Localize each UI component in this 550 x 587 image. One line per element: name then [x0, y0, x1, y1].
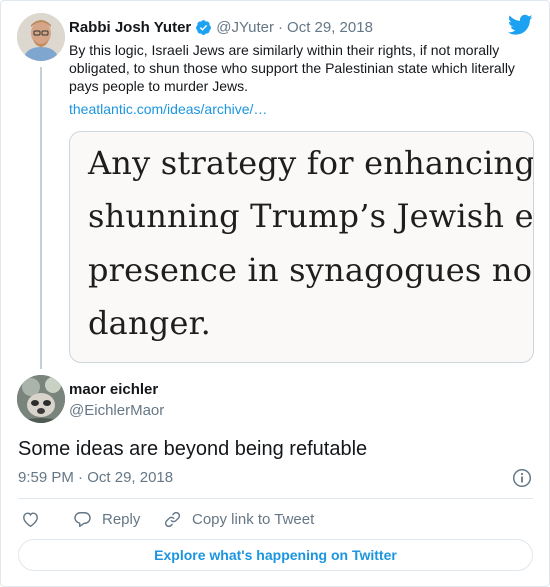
media-text-line: shunning Trump’s Jewish ena: [88, 197, 534, 235]
quoted-tweet-link[interactable]: theatlantic.com/ideas/archive/…: [69, 100, 267, 118]
quoted-tweet-media-card[interactable]: Any strategy for enhancing th shunning T…: [69, 131, 534, 363]
copy-link-button[interactable]: Copy link to Tweet: [163, 509, 314, 529]
tweet-author-handle[interactable]: @EichlerMaor: [69, 402, 164, 419]
avatar-maor-eichler[interactable]: [17, 375, 65, 423]
quoted-author-name[interactable]: Rabbi Josh Yuter: [69, 19, 191, 36]
link-icon: [164, 511, 181, 527]
avatar-rabbi-josh-yuter[interactable]: [17, 13, 65, 61]
info-icon[interactable]: [512, 468, 532, 488]
meta-separator: ·: [78, 469, 84, 486]
tweet-time: 9:59 PM: [18, 469, 74, 486]
reply-label: Reply: [102, 510, 141, 528]
verified-badge-icon: [196, 19, 212, 35]
tweet-date: Oct 29, 2018: [87, 469, 174, 486]
twitter-bird-icon[interactable]: [508, 14, 533, 36]
media-text-line: presence in synagogues not w: [88, 251, 534, 289]
tweet-embed-card: Rabbi Josh Yuter @JYuter · Oct 29, 2018 …: [0, 0, 550, 587]
quoted-tweet-text: By this logic, Israeli Jews are similarl…: [69, 42, 515, 94]
copy-link-label: Copy link to Tweet: [192, 510, 315, 528]
media-text-line: Any strategy for enhancing th: [88, 144, 534, 182]
tweet-timestamp[interactable]: 9:59 PM · Oct 29, 2018: [18, 469, 173, 486]
heart-icon: [23, 511, 38, 527]
quoted-author-handle[interactable]: @JYuter: [216, 19, 274, 36]
media-text-line: danger.: [88, 304, 211, 342]
quoted-tweet-date[interactable]: Oct 29, 2018: [287, 19, 373, 36]
tweet-text: Some ideas are beyond being refutable: [18, 438, 368, 460]
header-separator: ·: [278, 18, 284, 36]
actions-divider: [18, 498, 533, 499]
thread-connector-line: [40, 67, 42, 369]
quoted-tweet-header: Rabbi Josh Yuter @JYuter · Oct 29, 2018: [69, 17, 373, 37]
reply-bubble-icon: [74, 511, 91, 527]
reply-button[interactable]: Reply: [73, 509, 140, 529]
like-button[interactable]: [21, 509, 40, 529]
tweet-author-name[interactable]: maor eichler: [69, 381, 158, 398]
explore-twitter-button[interactable]: Explore what's happening on Twitter: [18, 539, 533, 571]
